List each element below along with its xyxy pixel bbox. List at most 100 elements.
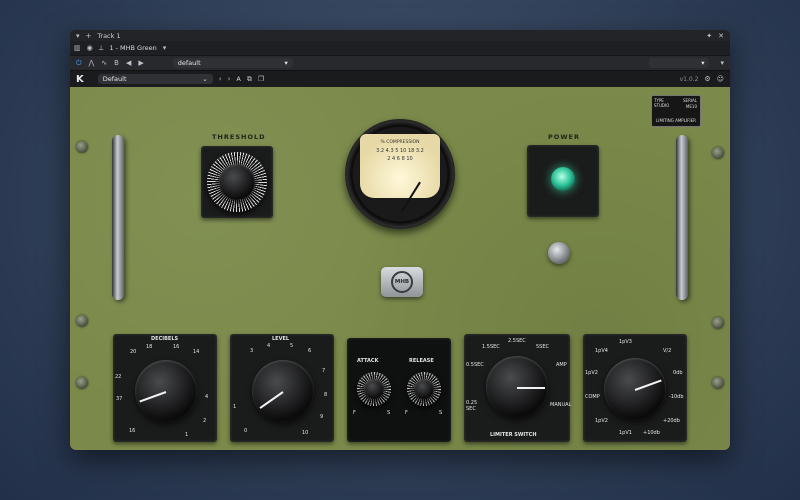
power-plate (527, 145, 599, 217)
level-tick: 0 (244, 428, 248, 434)
level-tick: 3 (250, 348, 254, 354)
release-knob-cap[interactable] (414, 379, 434, 399)
limiter-tick: 2.5SEC (508, 338, 526, 344)
level-tick: 9 (320, 414, 324, 420)
threshold-dial[interactable] (207, 152, 267, 212)
add-icon[interactable]: + (86, 32, 92, 40)
chevron-down-icon: ▾ (284, 59, 288, 67)
chevron-down-icon[interactable]: ▾ (163, 44, 167, 52)
power-lamp[interactable] (551, 167, 575, 191)
limiter-label: LIMITER SWITCH (490, 432, 537, 438)
pin-icon[interactable]: ✦ (706, 32, 712, 40)
release-fast: F (405, 410, 408, 416)
decibels-knob[interactable] (135, 360, 197, 422)
limiter-plate: 1.5SEC 2.5SEC 5SEC 0.5SEC AMP 0.25 SEC M… (464, 334, 571, 442)
level-knob[interactable] (252, 360, 314, 422)
decibels-label: DECIBELS (151, 336, 179, 342)
bypass-icon[interactable]: B (114, 59, 119, 67)
attack-knob[interactable] (357, 372, 391, 406)
version-label: v1.0.2 (679, 75, 699, 83)
chevron-icon: ⌄ (202, 75, 208, 83)
meter-face: % COMPRESSION 3.2 4.3 5 10 18 3.2 2 4 6 … (360, 134, 440, 198)
power-label: POWER (548, 133, 580, 141)
preset-select[interactable]: default ▾ (172, 58, 293, 68)
decibels-tick: 1 (185, 432, 189, 438)
right-tick: 1pV1 (619, 430, 632, 436)
level-tick: 4 (267, 343, 271, 349)
right-tick: +10db (643, 430, 660, 436)
routing-icon[interactable]: ⟂ (99, 44, 104, 53)
knob-pointer (634, 379, 662, 391)
release-label: RELEASE (409, 358, 434, 364)
decibels-tick: 22 (115, 374, 122, 380)
left-handle (112, 135, 124, 300)
plugin-panel: TYPE STUDIO SERIAL ME10 LIMITING AMPLIFI… (70, 87, 730, 450)
right-handle (676, 135, 688, 300)
right-tick: 1pV2 (595, 418, 608, 424)
right-tick: 1pV4 (595, 348, 608, 354)
attack-fast: F (353, 410, 356, 416)
screw (712, 317, 724, 329)
level-tick: 10 (302, 430, 309, 436)
right-tick: -10db (669, 394, 684, 400)
next-icon[interactable]: ▶ (138, 59, 143, 67)
close-icon[interactable]: ✕ (718, 32, 724, 40)
decibels-tick: 16 (173, 344, 180, 350)
level-label: LEVEL (272, 336, 290, 342)
track-name-select[interactable]: 1 - MHB Green (109, 44, 156, 52)
prev-preset-icon[interactable]: ‹ (219, 75, 222, 83)
preset-name-field[interactable]: Default ⌄ (97, 74, 213, 84)
limiter-knob[interactable] (486, 356, 548, 418)
toggle-switch[interactable] (548, 242, 570, 264)
level-tick: 6 (308, 348, 312, 354)
sidechain-select[interactable]: ▾ (649, 58, 710, 68)
ab-button[interactable]: A (236, 75, 240, 83)
decibels-tick: 4 (205, 394, 209, 400)
gear-icon[interactable]: ⚙ (704, 75, 710, 83)
level-tick: 8 (324, 392, 328, 398)
release-knob[interactable] (407, 372, 441, 406)
prev-icon[interactable]: ◀ (126, 59, 131, 67)
grid-icon[interactable]: ▥ (74, 44, 81, 52)
release-slow: S (439, 410, 443, 416)
track-title: Track 1 (97, 31, 121, 40)
output-knob[interactable] (604, 358, 666, 420)
plugin-window: ▾ + Track 1 ✦ ✕ ▥ ◉ ⟂ 1 - MHB Green ▾ ⏻ … (70, 30, 730, 450)
brand-badge-logo: MHB (391, 271, 413, 293)
decibels-tick: 18 (146, 344, 153, 350)
power-icon[interactable]: ⏻ (76, 59, 82, 68)
screw (712, 377, 724, 389)
nameplate: TYPE STUDIO SERIAL ME10 LIMITING AMPLIFI… (651, 95, 701, 127)
right-tick: 1pV2 (585, 370, 598, 376)
threshold-knob[interactable] (219, 164, 255, 200)
attack-slow: S (387, 410, 391, 416)
decibels-tick: 16 (129, 428, 136, 434)
decibels-plate: DECIBELS 20 18 16 14 22 37 4 2 1 16 (113, 334, 217, 442)
chevron-down-icon: ▾ (701, 59, 705, 67)
knob-pointer (139, 391, 167, 403)
decibels-tick: 14 (193, 349, 200, 355)
duplicate-icon[interactable]: ❐ (258, 75, 264, 83)
meter-subscale: 2 4 6 8 10 (387, 156, 413, 162)
copy-icon[interactable]: ⧉ (247, 75, 252, 84)
automation-icon[interactable]: ∿ (101, 59, 107, 67)
limiter-tick: 0.5SEC (466, 362, 484, 368)
smiley-icon[interactable]: ☺ (717, 75, 724, 83)
globe-icon[interactable]: ◉ (87, 44, 93, 52)
chevron-down-icon[interactable]: ▾ (76, 32, 80, 40)
brand-logo: K (76, 73, 84, 85)
meter-label: % COMPRESSION (380, 140, 420, 145)
attack-knob-cap[interactable] (364, 379, 384, 399)
brand-badge: MHB (381, 267, 423, 297)
limiter-tick: AMP (556, 362, 567, 368)
right-tick: 1pV3 (619, 339, 632, 345)
chevron-down-icon[interactable]: ▾ (720, 59, 724, 67)
nameplate-model: LIMITING AMPLIFIER (656, 118, 696, 123)
plugin-header: K Default ⌄ ‹ › A ⧉ ❐ v1.0.2 ⚙ ☺ (70, 70, 730, 87)
right-tick: V/2 (663, 348, 672, 354)
limiter-tick: 1.5SEC (482, 344, 500, 350)
threshold-plate (201, 146, 273, 218)
compare-icon[interactable]: ⋀ (89, 59, 95, 67)
screw (76, 377, 88, 389)
next-preset-icon[interactable]: › (228, 75, 231, 83)
